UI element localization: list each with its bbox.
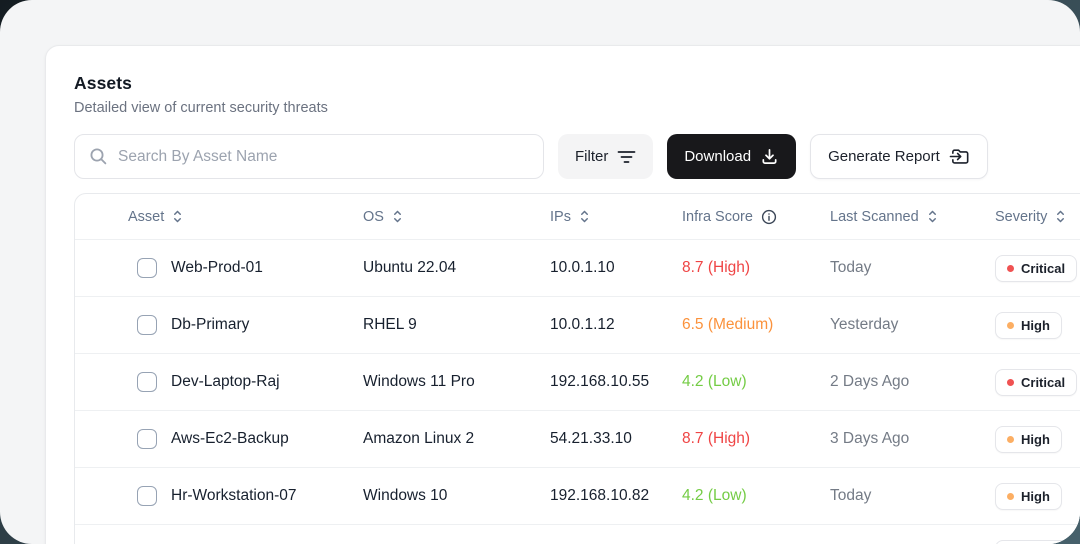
severity-badge: High <box>995 483 1062 510</box>
generate-report-button[interactable]: Generate Report <box>810 134 988 179</box>
ip-cell: 54.21.33.10 <box>550 430 682 448</box>
os-cell: Ubuntu 22.04 <box>363 259 550 277</box>
severity-label: High <box>1021 489 1050 504</box>
infra-score-cell: 8.7 (High) <box>682 259 830 277</box>
infra-score-cell: 4.2 (Low) <box>682 487 830 505</box>
filter-lines-icon <box>617 149 636 165</box>
os-cell: Windows 10 <box>363 487 550 505</box>
severity-label: High <box>1021 318 1050 333</box>
asset-name: Dev-Laptop-Raj <box>171 373 280 391</box>
sort-chevrons-icon[interactable] <box>579 209 590 224</box>
status-dot <box>1007 322 1014 329</box>
download-button[interactable]: Download <box>667 134 796 179</box>
search-icon <box>89 147 108 166</box>
table-row: Web-Prod-01 Ubuntu 22.04 10.0.1.10 8.7 (… <box>75 240 1080 297</box>
column-header-label: OS <box>363 209 384 225</box>
severity-label: High <box>1021 432 1050 447</box>
ip-cell: 192.168.10.82 <box>550 487 682 505</box>
last-scanned-cell: Yesterday <box>830 316 995 334</box>
severity-label: Critical <box>1021 261 1065 276</box>
table-row: Dev-Laptop-Raj Windows 11 Pro 192.168.10… <box>75 354 1080 411</box>
row-checkbox[interactable] <box>137 315 157 335</box>
sort-chevrons-icon[interactable] <box>172 209 183 224</box>
column-header-label: Severity <box>995 209 1047 225</box>
severity-badge: Critical <box>995 540 1077 544</box>
filter-button[interactable]: Filter <box>558 134 653 179</box>
column-header-label: Infra Score <box>682 209 753 225</box>
column-header-label: IPs <box>550 209 571 225</box>
sort-chevrons-icon[interactable] <box>927 209 938 224</box>
search-input[interactable] <box>118 148 529 166</box>
status-dot <box>1007 436 1014 443</box>
infra-score-cell: 4.2 (Low) <box>682 373 830 391</box>
ip-cell: 10.0.1.12 <box>550 316 682 334</box>
row-checkbox[interactable] <box>137 429 157 449</box>
filter-button-label: Filter <box>575 148 608 165</box>
generate-report-button-label: Generate Report <box>828 148 940 165</box>
asset-name: Db-Primary <box>171 316 249 334</box>
status-dot <box>1007 379 1014 386</box>
row-checkbox[interactable] <box>137 372 157 392</box>
column-header-severity[interactable]: Severity <box>995 209 1080 225</box>
column-header-label: Asset <box>128 209 164 225</box>
severity-badge: High <box>995 426 1062 453</box>
column-header-ips[interactable]: IPs <box>550 209 682 225</box>
column-header-infra-score[interactable]: Infra Score <box>682 209 830 225</box>
last-scanned-cell: 3 Days Ago <box>830 430 995 448</box>
status-dot <box>1007 265 1014 272</box>
severity-badge: Critical <box>995 369 1077 396</box>
os-cell: Amazon Linux 2 <box>363 430 550 448</box>
ip-cell: 10.0.1.10 <box>550 259 682 277</box>
asset-name: Hr-Workstation-07 <box>171 487 296 505</box>
sort-chevrons-icon[interactable] <box>392 209 403 224</box>
download-button-label: Download <box>684 148 751 165</box>
assets-table: Asset OS IPs <box>74 193 1080 544</box>
column-header-last-scanned[interactable]: Last Scanned <box>830 209 995 225</box>
table-row: Aws-Ec2-Backup Amazon Linux 2 54.21.33.1… <box>75 411 1080 468</box>
last-scanned-cell: Today <box>830 487 995 505</box>
outer-background: Assets Detailed view of current security… <box>0 0 1080 544</box>
asset-name: Web-Prod-01 <box>171 259 263 277</box>
column-header-os[interactable]: OS <box>363 209 550 225</box>
asset-name: Aws-Ec2-Backup <box>171 430 289 448</box>
column-header-label: Last Scanned <box>830 209 919 225</box>
row-checkbox[interactable] <box>137 258 157 278</box>
column-header-asset[interactable]: Asset <box>75 209 363 225</box>
last-scanned-cell: Today <box>830 259 995 277</box>
table-header-row: Asset OS IPs <box>75 194 1080 240</box>
table-row: Hr-Workstation-07 Windows 10 192.168.10.… <box>75 468 1080 525</box>
infra-score-cell: 6.5 (Medium) <box>682 316 830 334</box>
info-circle-icon[interactable] <box>761 209 777 225</box>
sort-chevrons-icon[interactable] <box>1055 209 1066 224</box>
search-box[interactable] <box>74 134 544 179</box>
status-dot <box>1007 493 1014 500</box>
page-subtitle: Detailed view of current security threat… <box>74 100 1080 116</box>
row-checkbox[interactable] <box>137 486 157 506</box>
os-cell: Windows 11 Pro <box>363 373 550 391</box>
ip-cell: 192.168.10.55 <box>550 373 682 391</box>
table-row: Db-Primary RHEL 9 10.0.1.12 6.5 (Medium)… <box>75 297 1080 354</box>
page-background: Assets Detailed view of current security… <box>0 0 1080 544</box>
page-title: Assets <box>74 73 1080 94</box>
folder-export-icon <box>949 147 970 166</box>
infra-score-cell: 8.7 (High) <box>682 430 830 448</box>
toolbar: Filter Download <box>74 134 1080 179</box>
table-row: Nginx-Reverse-Proxy Debian 11 172.16.5.2… <box>75 525 1080 544</box>
os-cell: RHEL 9 <box>363 316 550 334</box>
severity-label: Critical <box>1021 375 1065 390</box>
last-scanned-cell: 2 Days Ago <box>830 373 995 391</box>
assets-card: Assets Detailed view of current security… <box>45 45 1080 544</box>
download-tray-icon <box>760 147 779 166</box>
severity-badge: Critical <box>995 255 1077 282</box>
severity-badge: High <box>995 312 1062 339</box>
